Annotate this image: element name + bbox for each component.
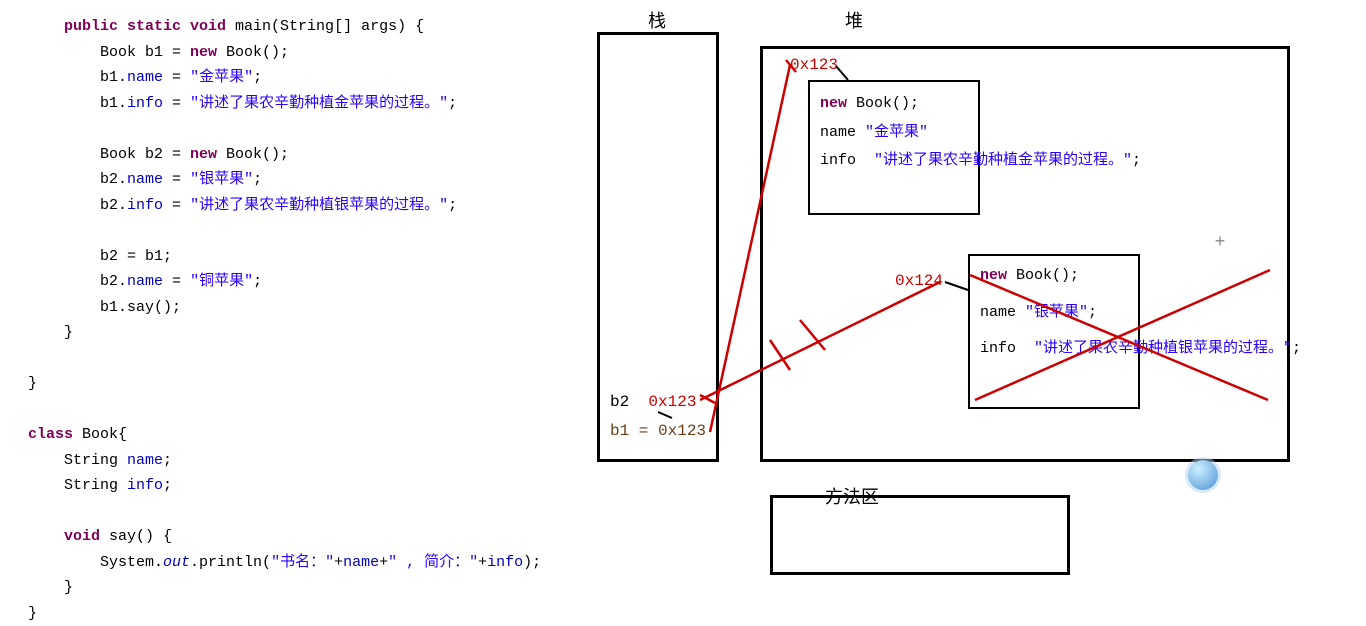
sbk: );	[523, 554, 541, 571]
l5d: "银苹果"	[190, 171, 253, 188]
l1c: Book();	[217, 44, 289, 61]
o1-namev: "金苹果"	[865, 124, 928, 141]
method-area-box	[770, 495, 1070, 575]
l9: b1.say();	[100, 299, 181, 316]
l5e: ;	[253, 171, 262, 188]
sbj: info	[487, 554, 523, 571]
b2-addr: 0x123	[648, 393, 696, 411]
sbi: +	[478, 554, 487, 571]
l8d: "铜苹果"	[190, 273, 253, 290]
l2a: b1.	[100, 69, 127, 86]
o1-semi: ;	[1132, 152, 1141, 169]
o2-rest: Book();	[1007, 267, 1079, 284]
sbc: .println(	[190, 554, 271, 571]
sbh: " , 简介："	[388, 554, 478, 571]
f1a: String	[64, 452, 127, 469]
f2c: ;	[163, 477, 172, 494]
o2-namesemi: ;	[1088, 304, 1097, 321]
o2-infov: "讲述了果农辛勤种植银苹果的过程。"	[1034, 340, 1292, 357]
stack-b1-row: b1 = 0x123	[610, 422, 706, 440]
o2-namek: name	[980, 304, 1016, 321]
l6a: b2.	[100, 197, 127, 214]
stack-b2-row: b2 0x123	[610, 393, 696, 411]
f2b: info	[127, 477, 163, 494]
l6b: info	[127, 197, 163, 214]
class-name: Book{	[82, 426, 127, 443]
l8c: =	[163, 273, 190, 290]
heap-label: 堆	[845, 7, 863, 33]
outer-class-close: }	[28, 375, 37, 392]
say-close: }	[64, 579, 73, 596]
sbd: "书名："	[271, 554, 334, 571]
l3a: b1.	[100, 95, 127, 112]
o2-infok: info	[980, 340, 1016, 357]
sbb: out	[163, 554, 190, 571]
sbf: name	[343, 554, 379, 571]
l3b: info	[127, 95, 163, 112]
main-sig: main(String[] args) {	[235, 18, 424, 35]
l7: b2 = b1;	[100, 248, 172, 265]
l5b: name	[127, 171, 163, 188]
o1-infok: info	[820, 152, 856, 169]
heap-obj2-content: new Book(); name "银苹果"; info "讲述了果农辛勤种植银…	[980, 262, 1301, 364]
say-kw: void	[64, 528, 109, 545]
l3c: =	[163, 95, 190, 112]
l8b: name	[127, 273, 163, 290]
assistant-avatar-icon	[1188, 460, 1218, 490]
f1c: ;	[163, 452, 172, 469]
f2a: String	[64, 477, 127, 494]
sba: System.	[100, 554, 163, 571]
l6d: "讲述了果农辛勤种植银苹果的过程。"	[190, 197, 448, 214]
o1-infov: "讲述了果农辛勤种植金苹果的过程。"	[874, 152, 1132, 169]
o2-semi: ;	[1292, 340, 1301, 357]
heap-obj1-content: new Book(); name "金苹果" info "讲述了果农辛勤种植金苹…	[820, 90, 1141, 176]
heap-obj1-addr: 0x123	[790, 56, 838, 74]
heap-obj2-addr: 0x124	[895, 272, 943, 290]
l8a: b2.	[100, 273, 127, 290]
l2b: name	[127, 69, 163, 86]
l1a: Book b1 =	[100, 44, 190, 61]
code-pre: public static void main(String[] args) {…	[28, 14, 541, 626]
o1-rest: Book();	[847, 95, 919, 112]
l4c: Book();	[217, 146, 289, 163]
code-block: public static void main(String[] args) {…	[28, 14, 541, 626]
l8e: ;	[253, 273, 262, 290]
l2d: "金苹果"	[190, 69, 253, 86]
book-class-close: }	[28, 605, 37, 622]
l4b: new	[190, 146, 217, 163]
l2e: ;	[253, 69, 262, 86]
b2-var: b2	[610, 393, 629, 411]
l2c: =	[163, 69, 190, 86]
stack-label: 栈	[648, 7, 666, 33]
l5c: =	[163, 171, 190, 188]
l1b: new	[190, 44, 217, 61]
o2-namev: "银苹果"	[1025, 304, 1088, 321]
b1-line: b1 = 0x123	[610, 422, 706, 440]
f1b: name	[127, 452, 163, 469]
say-sig: say() {	[109, 528, 172, 545]
sbg: +	[379, 554, 388, 571]
o2-new: new	[980, 267, 1007, 284]
sbe: +	[334, 554, 343, 571]
l3e: ;	[448, 95, 457, 112]
o1-new: new	[820, 95, 847, 112]
cursor-indicator-icon: +	[1212, 235, 1228, 251]
method-close: }	[64, 324, 73, 341]
o1-namek: name	[820, 124, 856, 141]
l5a: b2.	[100, 171, 127, 188]
l3d: "讲述了果农辛勤种植金苹果的过程。"	[190, 95, 448, 112]
l6e: ;	[448, 197, 457, 214]
l4a: Book b2 =	[100, 146, 190, 163]
kw-public-static-void: public static void	[64, 18, 235, 35]
l6c: =	[163, 197, 190, 214]
class-kw: class	[28, 426, 82, 443]
